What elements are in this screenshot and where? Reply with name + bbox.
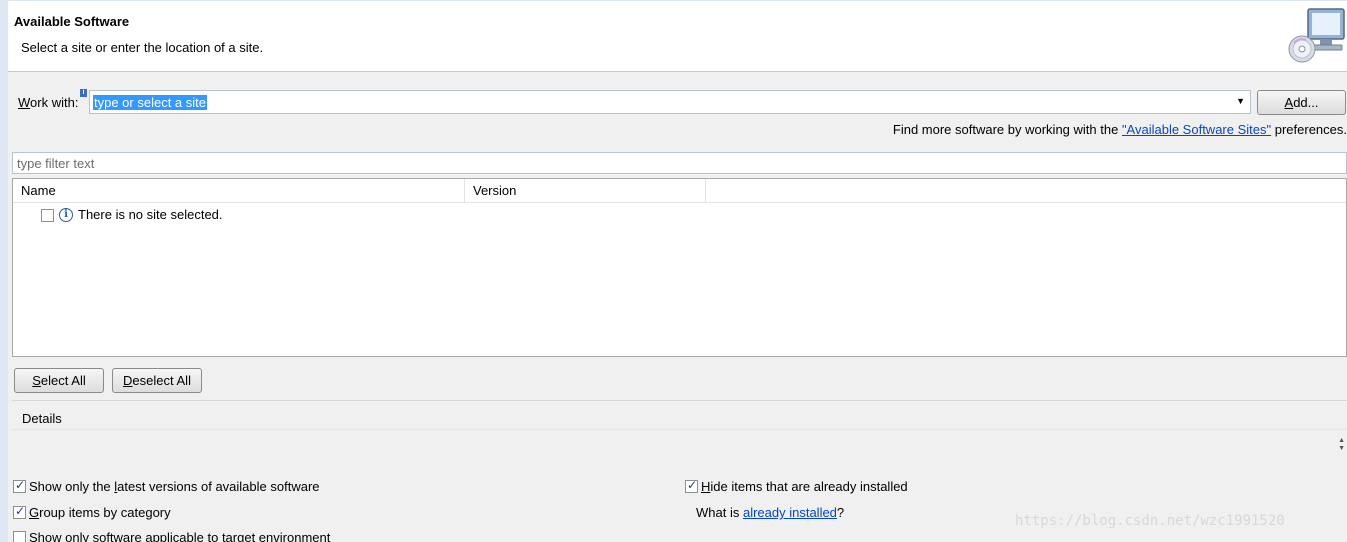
wizard-banner: Available Software Select a site or ente… xyxy=(8,0,1347,72)
page-title: Available Software xyxy=(14,14,130,29)
applicable-software-checkbox[interactable] xyxy=(13,531,26,542)
page-subtitle: Select a site or enter the location of a… xyxy=(21,40,264,55)
deselect-all-button[interactable]: Deselect All xyxy=(112,368,202,393)
hide-installed-label: Hide items that are already installed xyxy=(701,479,908,494)
column-header-version[interactable]: Version xyxy=(465,179,706,203)
add-site-button[interactable]: Add... xyxy=(1257,90,1346,115)
details-scroll-icon[interactable]: ▲ ▼ xyxy=(1338,437,1345,453)
group-by-category-checkbox[interactable] xyxy=(13,504,26,519)
applicable-software-label: Show only software applicable to target … xyxy=(29,530,331,542)
filter-placeholder: type filter text xyxy=(17,156,95,171)
work-with-label: Work with: xyxy=(18,95,79,110)
work-with-value[interactable]: type or select a site xyxy=(93,95,207,110)
hide-installed-checkbox[interactable] xyxy=(685,478,698,493)
watermark: https://blog.csdn.net/wzc1991520 xyxy=(1015,513,1285,529)
work-with-combo[interactable]: type or select a site ▼ xyxy=(89,90,1251,114)
details-panel: Details ▲ ▼ xyxy=(12,400,1347,470)
details-label: Details xyxy=(22,411,62,426)
tree-row-label: There is no site selected. xyxy=(78,207,223,222)
info-icon: i xyxy=(80,89,87,97)
software-tree[interactable]: Name Version i There is no site selected… xyxy=(12,178,1347,357)
tree-row-checkbox[interactable] xyxy=(41,209,54,222)
dropdown-arrow-icon[interactable]: ▼ xyxy=(1236,96,1245,106)
available-software-sites-link[interactable]: "Available Software Sites" xyxy=(1122,122,1271,137)
latest-versions-checkbox[interactable] xyxy=(13,478,26,493)
filter-input[interactable]: type filter text xyxy=(12,152,1347,174)
details-divider xyxy=(12,429,1347,430)
already-installed-link[interactable]: already installed xyxy=(743,505,837,520)
window-edge xyxy=(0,0,8,542)
latest-versions-label: Show only the latest versions of availab… xyxy=(29,479,320,494)
find-more-text: Find more software by working with the "… xyxy=(892,122,1347,137)
tree-header: Name Version xyxy=(13,179,1346,203)
group-by-category-label: Group items by category xyxy=(29,505,171,520)
info-icon: i xyxy=(59,208,73,222)
column-header-name[interactable]: Name xyxy=(13,179,465,203)
select-all-button[interactable]: Select All xyxy=(14,368,104,393)
what-is-installed-text: What is already installed? xyxy=(696,505,845,520)
computer-cd-icon xyxy=(1288,8,1345,63)
